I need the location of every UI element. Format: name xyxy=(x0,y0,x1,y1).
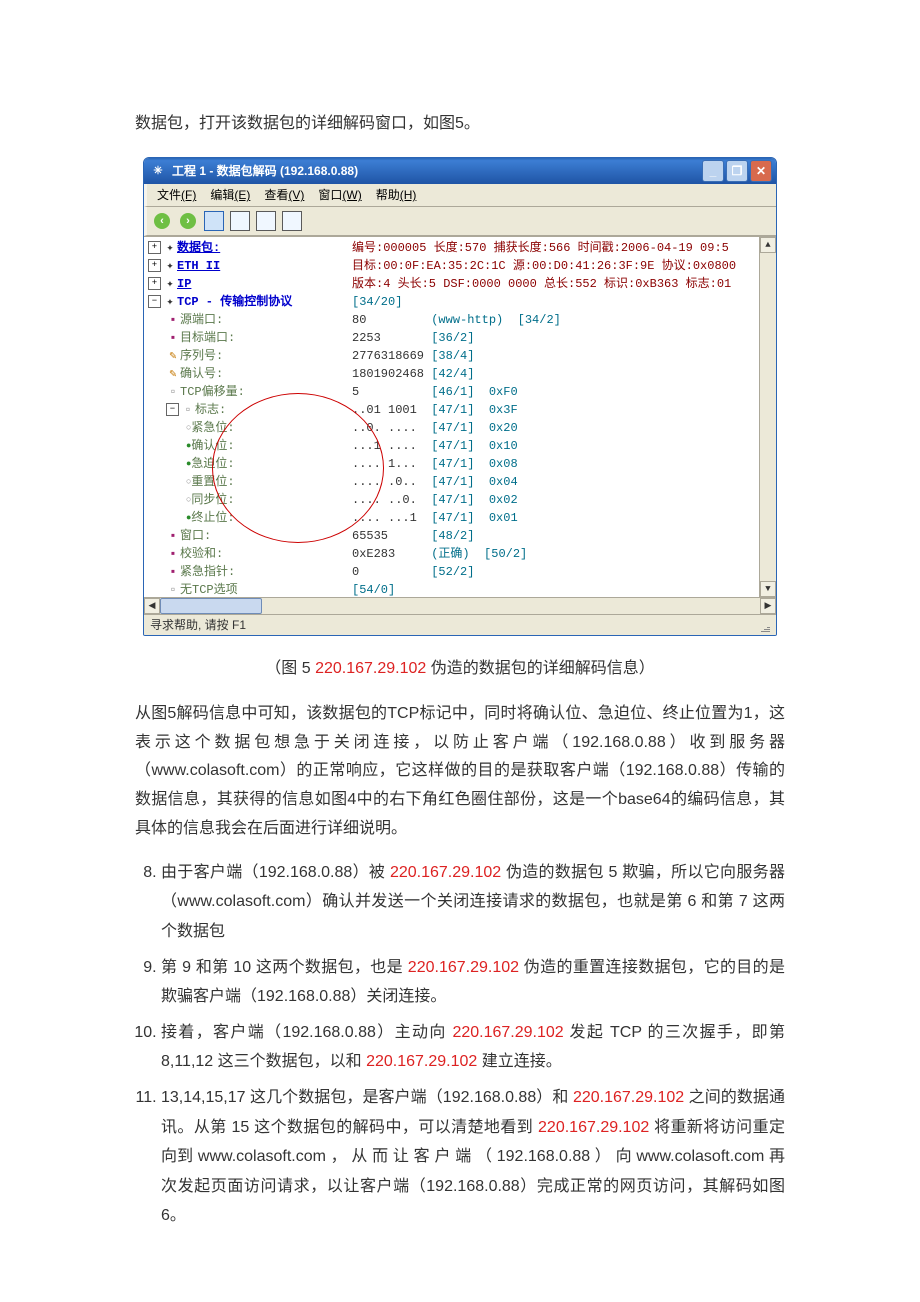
forward-button[interactable]: › xyxy=(177,210,199,232)
close-button[interactable]: ✕ xyxy=(750,160,772,182)
field-seq[interactable]: 序列号: xyxy=(180,347,223,365)
numbered-list: 由于客户端（192.168.0.88）被 220.167.29.102 伪造的数… xyxy=(135,858,785,1231)
field-icon: ▫ xyxy=(166,581,180,597)
view2-button[interactable] xyxy=(229,210,251,232)
field-icon: ▪ xyxy=(166,329,180,347)
ip-summary: 版本:4 头长:5 DSF:0000 0000 总长:552 标识:0xB363… xyxy=(352,275,731,293)
dstport-value: 2253 [36/2] xyxy=(352,329,474,347)
figure-caption: （图 5 220.167.29.102 伪造的数据包的详细解码信息） xyxy=(135,654,785,678)
statusbar: 寻求帮助, 请按 F1 xyxy=(144,614,776,635)
field-icon: ▪ xyxy=(166,545,180,563)
menubar: 文件(F) 编辑(E) 查看(V) 窗口(W) 帮助(H) xyxy=(144,184,776,207)
list-item: 第 9 和第 10 这两个数据包，也是 220.167.29.102 伪造的重置… xyxy=(161,953,785,1012)
urg-value: ..0. .... [47/1] 0x20 xyxy=(352,419,518,437)
srcport-value: 80 (www-http) [34/2] xyxy=(352,311,561,329)
resize-grip-icon[interactable] xyxy=(756,618,770,632)
minimize-button[interactable]: _ xyxy=(702,160,724,182)
fin-value: .... ...1 [47/1] 0x01 xyxy=(352,509,518,527)
titlebar[interactable]: ✳ 工程 1 - 数据包解码 (192.168.0.88) _ ❐ ✕ xyxy=(144,158,776,184)
expand-packet-icon[interactable]: + xyxy=(148,241,161,254)
vertical-scrollbar[interactable]: ▲ ▼ xyxy=(759,237,776,597)
menu-view[interactable]: 查看(V) xyxy=(260,184,308,205)
restore-button[interactable]: ❐ xyxy=(726,160,748,182)
bit-rst[interactable]: 重置位: xyxy=(191,473,234,491)
tree-column[interactable]: +✦数据包: +✦ETH II +✦IP −✦TCP - 传输控制协议 ▪源端口… xyxy=(144,237,352,597)
horizontal-scrollbar[interactable]: ◀ ▶ xyxy=(144,597,776,614)
eth-summary: 目标:00:0F:EA:35:2C:1C 源:00:D0:41:26:3F:9E… xyxy=(352,257,736,275)
ackb-value: ...1 .... [47/1] 0x10 xyxy=(352,437,518,455)
app-icon: ✳ xyxy=(150,163,166,179)
menu-file[interactable]: 文件(F) xyxy=(153,184,200,205)
menu-help[interactable]: 帮助(H) xyxy=(372,184,421,205)
status-text: 寻求帮助, 请按 F1 xyxy=(150,616,246,633)
decode-window: ✳ 工程 1 - 数据包解码 (192.168.0.88) _ ❐ ✕ 文件(F… xyxy=(143,157,777,636)
field-opt[interactable]: 无TCP选项 xyxy=(180,581,238,597)
hdrlen-value: 5 [46/1] 0xF0 xyxy=(352,383,518,401)
field-icon: ✎ xyxy=(166,347,180,365)
menu-edit[interactable]: 编辑(E) xyxy=(206,184,254,205)
syn-value: .... ..0. [47/1] 0x02 xyxy=(352,491,518,509)
urp-value: 0 [52/2] xyxy=(352,563,474,581)
flags-value: ..01 1001 [47/1] 0x3F xyxy=(352,401,518,419)
bit-urg[interactable]: 紧急位: xyxy=(191,419,234,437)
view3-button[interactable] xyxy=(255,210,277,232)
back-button[interactable]: ‹ xyxy=(151,210,173,232)
list-item: 由于客户端（192.168.0.88）被 220.167.29.102 伪造的数… xyxy=(161,858,785,947)
opt-value: [54/0] xyxy=(352,581,395,597)
scroll-up-icon[interactable]: ▲ xyxy=(760,237,776,253)
bit-fin[interactable]: 终止位: xyxy=(191,509,234,527)
field-ack[interactable]: 确认号: xyxy=(180,365,223,383)
bit-ackb[interactable]: 确认位: xyxy=(191,437,234,455)
field-flags[interactable]: 标志: xyxy=(195,401,226,419)
bit-psh[interactable]: 急迫位: xyxy=(191,455,234,473)
node-eth[interactable]: ETH II xyxy=(177,257,220,275)
field-srcport[interactable]: 源端口: xyxy=(180,311,223,329)
decode-pane: +✦数据包: +✦ETH II +✦IP −✦TCP - 传输控制协议 ▪源端口… xyxy=(144,236,776,597)
ack-value: 1801902468 [42/4] xyxy=(352,365,474,383)
bit-syn[interactable]: 同步位: xyxy=(191,491,234,509)
list-item: 13,14,15,17 这几个数据包，是客户端（192.168.0.88）和 2… xyxy=(161,1083,785,1231)
node-packet[interactable]: 数据包: xyxy=(177,239,220,257)
scroll-thumb[interactable] xyxy=(160,598,262,614)
packet-summary: 编号:000005 长度:570 捕获长度:566 时间戳:2006-04-19… xyxy=(352,239,729,257)
field-icon: ▪ xyxy=(166,527,180,545)
field-chk[interactable]: 校验和: xyxy=(180,545,223,563)
window-title: 工程 1 - 数据包解码 (192.168.0.88) xyxy=(172,162,702,179)
view1-button[interactable] xyxy=(203,210,225,232)
field-icon: ▪ xyxy=(166,563,180,581)
view4-button[interactable] xyxy=(281,210,303,232)
list-item: 接着，客户端（192.168.0.88）主动向 220.167.29.102 发… xyxy=(161,1018,785,1077)
scroll-left-icon[interactable]: ◀ xyxy=(144,598,160,614)
scroll-right-icon[interactable]: ▶ xyxy=(760,598,776,614)
rst-value: .... .0.. [47/1] 0x04 xyxy=(352,473,518,491)
psh-value: .... 1... [47/1] 0x08 xyxy=(352,455,518,473)
field-urp[interactable]: 紧急指针: xyxy=(180,563,235,581)
menu-window[interactable]: 窗口(W) xyxy=(314,184,365,205)
win-value: 65535 [48/2] xyxy=(352,527,474,545)
data-column: 编号:000005 长度:570 捕获长度:566 时间戳:2006-04-19… xyxy=(352,237,776,597)
toolbar: ‹ › xyxy=(144,207,776,236)
scroll-down-icon[interactable]: ▼ xyxy=(760,581,776,597)
expand-ip-icon[interactable]: + xyxy=(148,277,161,290)
node-ip[interactable]: IP xyxy=(177,275,191,293)
tcp-offset: [34/20] xyxy=(352,293,402,311)
field-hdrlen[interactable]: TCP偏移量: xyxy=(180,383,245,401)
seq-value: 2776318669 [38/4] xyxy=(352,347,474,365)
field-icon: ✎ xyxy=(166,365,180,383)
field-icon: ▪ xyxy=(166,311,180,329)
collapse-tcp-icon[interactable]: − xyxy=(148,295,161,308)
node-tcp[interactable]: TCP - 传输控制协议 xyxy=(177,293,292,311)
paragraph-2: 从图5解码信息中可知，该数据包的TCP标记中，同时将确认位、急迫位、终止位置为1… xyxy=(135,700,785,844)
field-win[interactable]: 窗口: xyxy=(180,527,211,545)
expand-eth-icon[interactable]: + xyxy=(148,259,161,272)
field-icon: ▫ xyxy=(166,383,180,401)
field-dstport[interactable]: 目标端口: xyxy=(180,329,235,347)
collapse-flags-icon[interactable]: − xyxy=(166,403,179,416)
chk-value: 0xE283 (正确) [50/2] xyxy=(352,545,527,563)
intro-paragraph: 数据包，打开该数据包的详细解码窗口，如图5。 xyxy=(135,110,785,139)
